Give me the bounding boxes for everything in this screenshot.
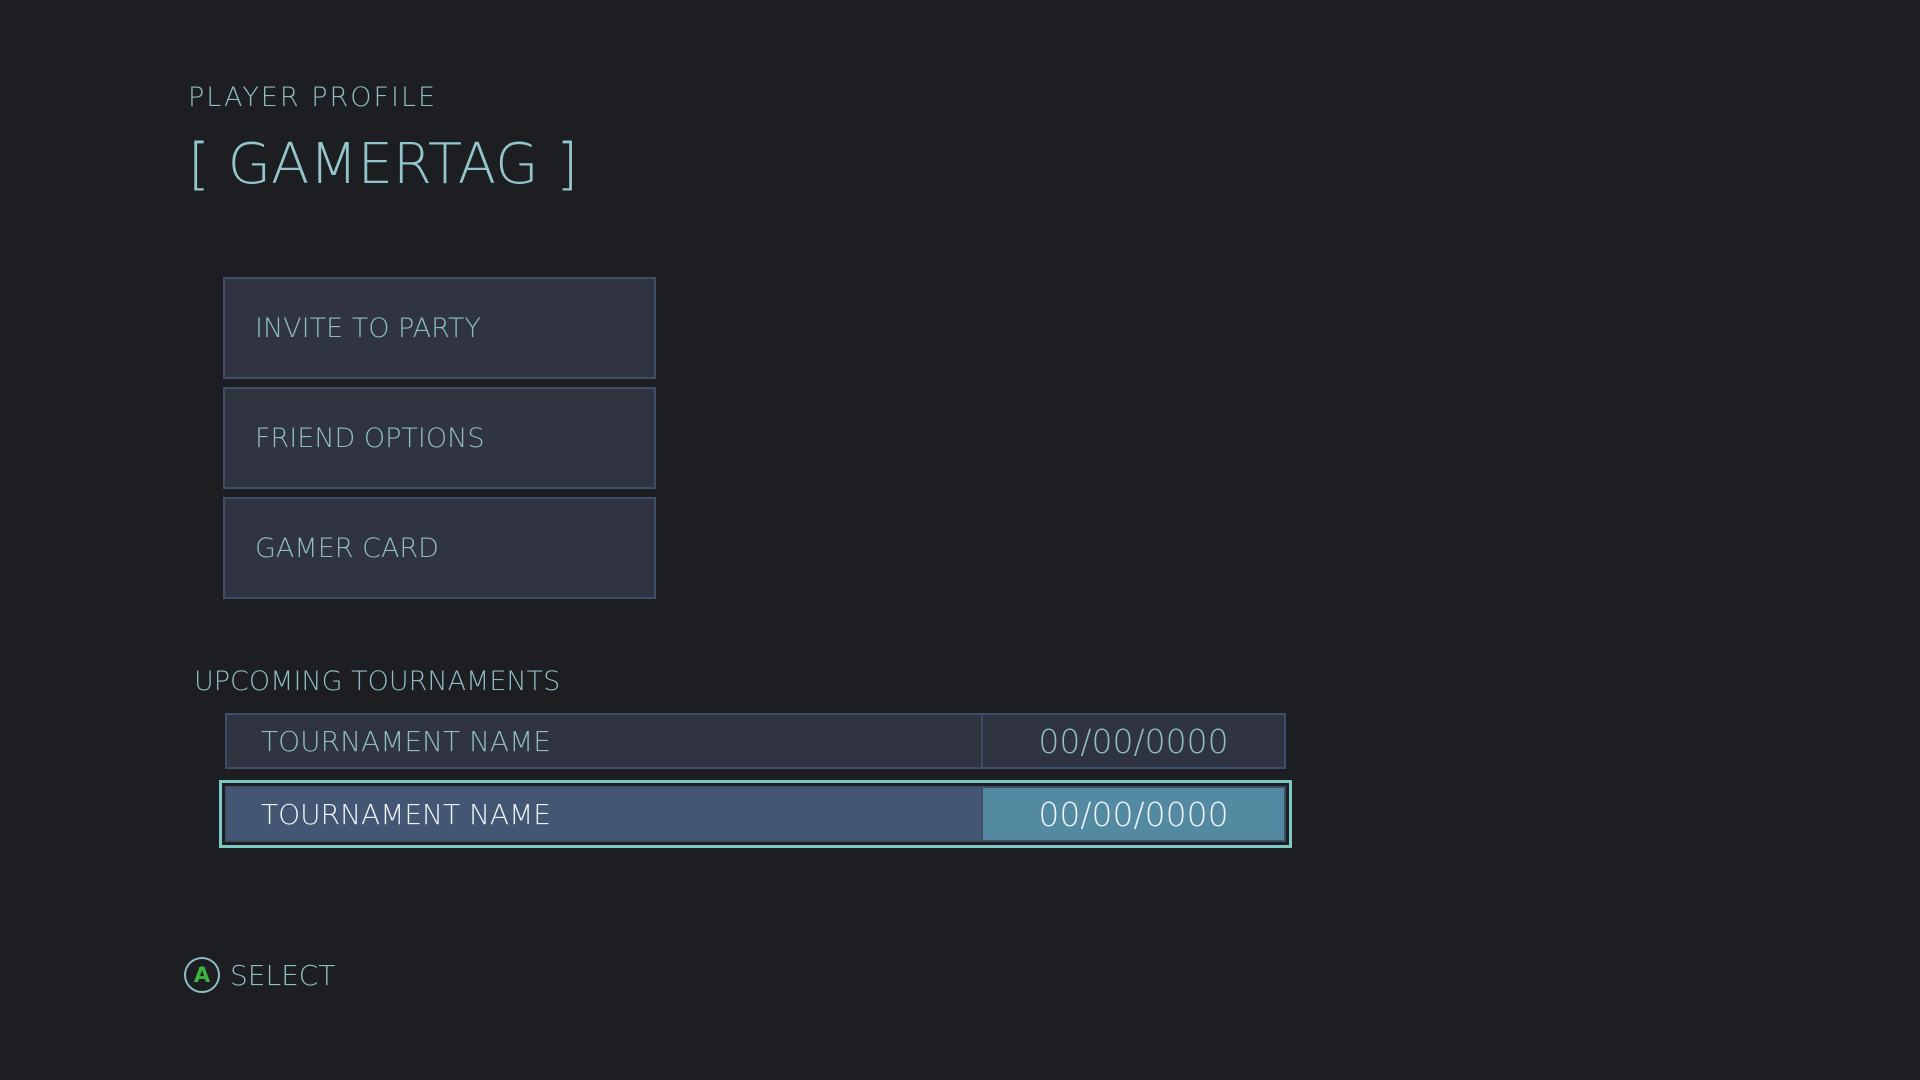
- button-prompt: A SELECT: [184, 957, 335, 993]
- tournament-date: 00/00/0000: [981, 788, 1284, 840]
- page-subtitle: PLAYER PROFILE: [188, 82, 438, 113]
- a-button-icon: A: [184, 957, 220, 993]
- player-profile-screen: PLAYER PROFILE [ GAMERTAG ] INVITE TO PA…: [0, 0, 1920, 1080]
- friend-options-button[interactable]: FRIEND OPTIONS: [223, 387, 656, 489]
- invite-to-party-button[interactable]: INVITE TO PARTY: [223, 277, 656, 379]
- select-prompt-label: SELECT: [230, 958, 336, 992]
- profile-menu: INVITE TO PARTY FRIEND OPTIONS GAMER CAR…: [223, 277, 656, 607]
- tournament-name: TOURNAMENT NAME: [261, 797, 551, 831]
- gamer-card-button[interactable]: GAMER CARD: [223, 497, 656, 599]
- tournament-name: TOURNAMENT NAME: [261, 724, 551, 758]
- upcoming-tournaments-heading: UPCOMING TOURNAMENTS: [194, 666, 561, 697]
- gamertag-title: [ GAMERTAG ]: [188, 132, 579, 197]
- tournament-row-selected[interactable]: TOURNAMENT NAME 00/00/0000: [219, 780, 1292, 848]
- tournament-row[interactable]: TOURNAMENT NAME 00/00/0000: [225, 713, 1286, 769]
- tournament-date: 00/00/0000: [981, 715, 1284, 767]
